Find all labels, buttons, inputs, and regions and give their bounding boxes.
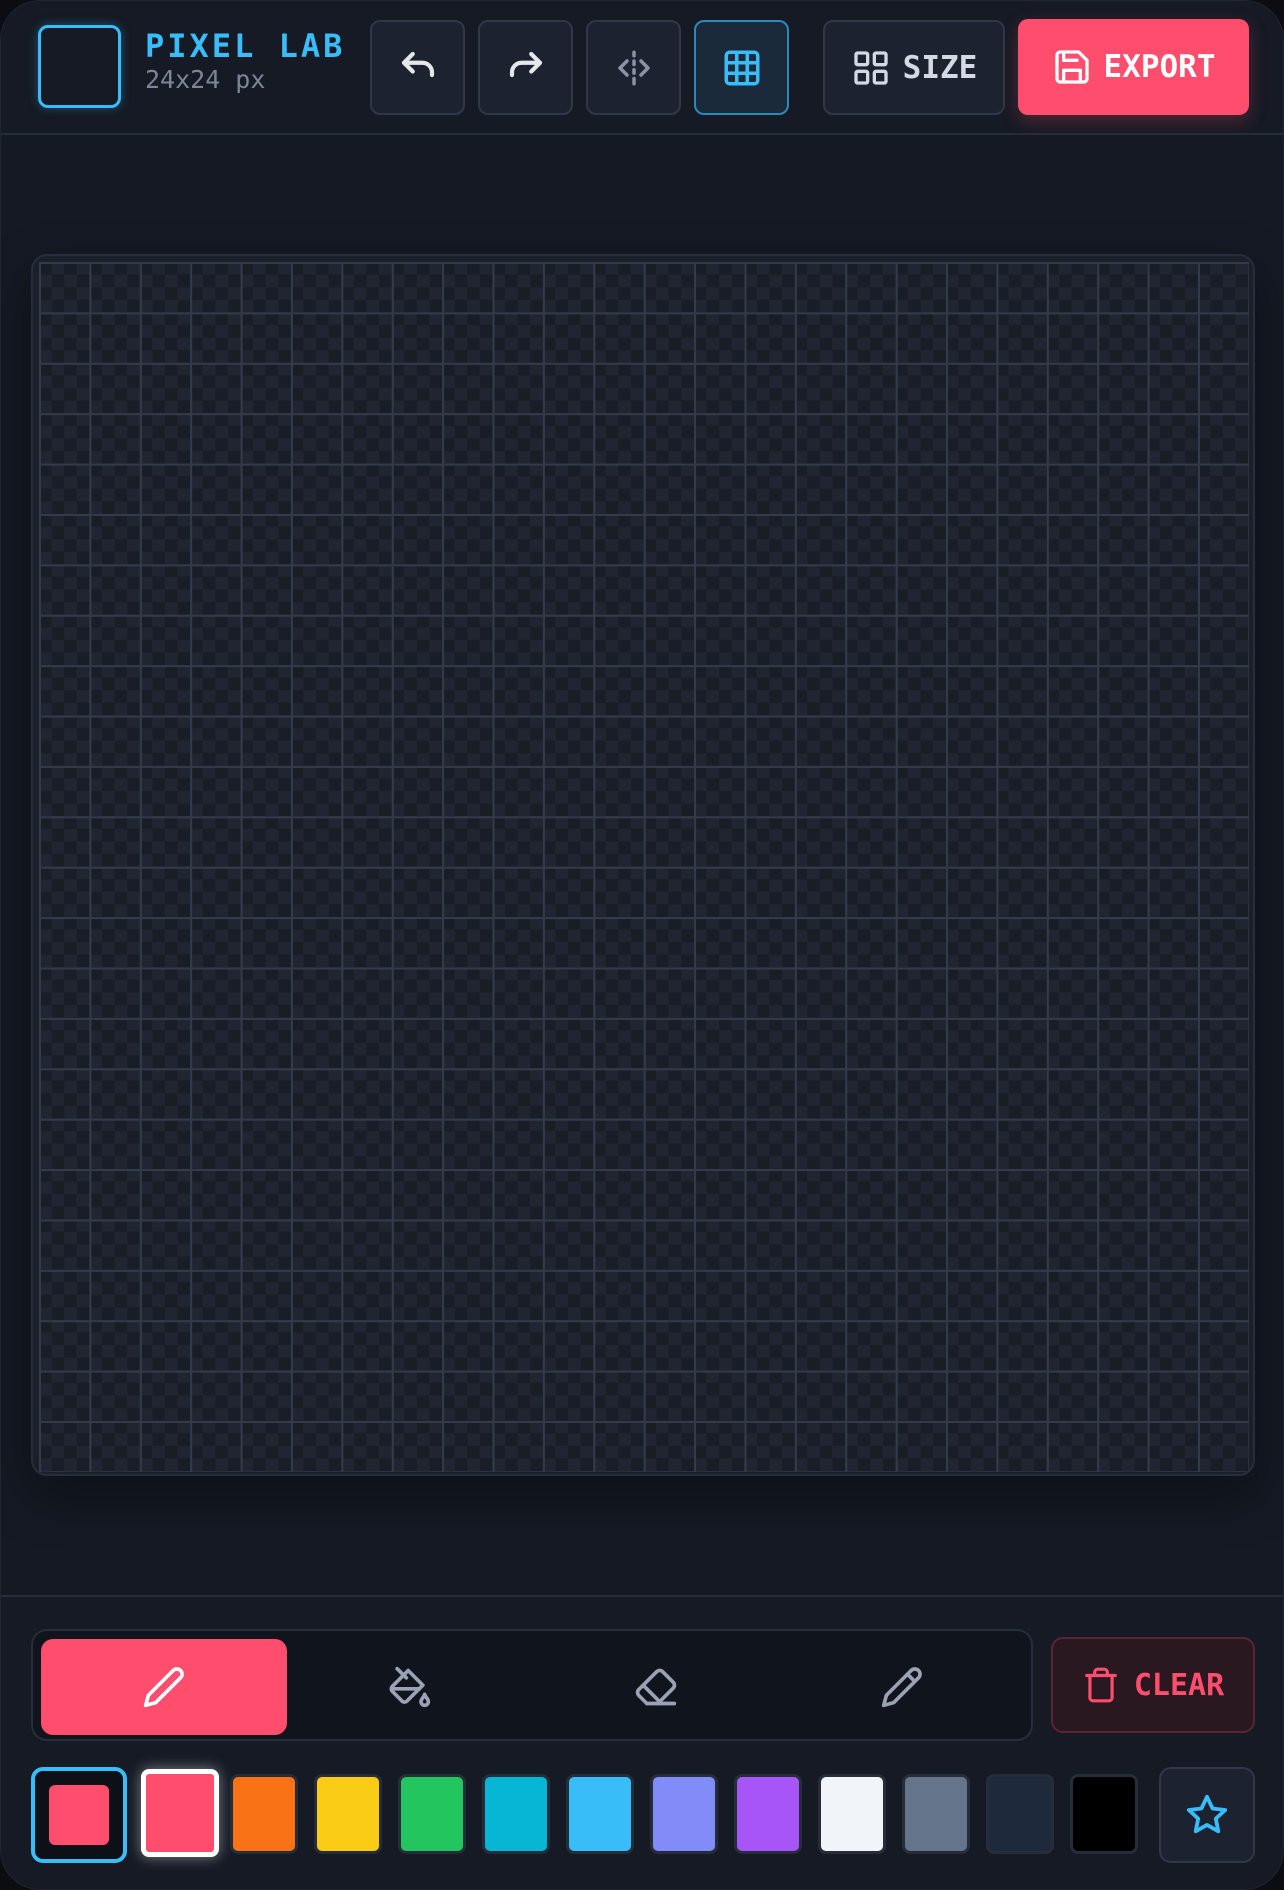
palette-swatch[interactable]: [902, 1774, 970, 1854]
export-button[interactable]: EXPORT: [1018, 19, 1249, 115]
palette-swatch[interactable]: [566, 1774, 634, 1854]
palette-swatch[interactable]: [1070, 1774, 1138, 1854]
bottom-panel: CLEAR: [1, 1595, 1283, 1889]
canvas-size-label: 24x24 px: [145, 65, 266, 94]
current-color-indicator[interactable]: [31, 1767, 127, 1863]
layout-grid-icon: [854, 50, 888, 85]
eyedropper-tool-button[interactable]: [779, 1639, 1025, 1735]
palette-swatch[interactable]: [818, 1774, 886, 1854]
pencil-icon: [143, 1667, 184, 1708]
mirror-button[interactable]: [586, 20, 681, 115]
pencil-tool-button[interactable]: [41, 1639, 287, 1735]
palette-swatch[interactable]: [314, 1774, 382, 1854]
pixel-lab-app: PIXEL LAB 24x24 px SIZE EXPORT CLEAR: [0, 0, 1284, 1890]
trash-icon: [1085, 1667, 1117, 1703]
app-title: PIXEL LAB: [145, 27, 346, 65]
redo-icon: [509, 51, 542, 77]
fill-tool-button[interactable]: [287, 1639, 533, 1735]
palette-swatch[interactable]: [650, 1774, 718, 1854]
palette-swatch[interactable]: [482, 1774, 550, 1854]
star-icon: [1186, 1794, 1228, 1834]
grid-toggle-button[interactable]: [694, 20, 789, 115]
current-color-fill: [49, 1785, 109, 1845]
size-button-label: SIZE: [902, 49, 978, 86]
clear-button[interactable]: CLEAR: [1051, 1637, 1255, 1733]
palette-swatch[interactable]: [986, 1774, 1054, 1854]
logo-swatch: [38, 25, 121, 108]
mirror-icon: [617, 50, 650, 85]
undo-button[interactable]: [370, 20, 465, 115]
eraser-icon: [635, 1668, 677, 1706]
undo-icon: [401, 51, 434, 77]
save-icon: [1054, 50, 1089, 84]
header-toolbar: PIXEL LAB 24x24 px SIZE EXPORT: [1, 1, 1283, 135]
fill-bucket-icon: [389, 1666, 431, 1708]
palette-swatch[interactable]: [734, 1774, 802, 1854]
pixel-canvas[interactable]: [39, 262, 1249, 1472]
redo-button[interactable]: [478, 20, 573, 115]
clear-button-label: CLEAR: [1133, 1667, 1225, 1703]
canvas-frame: [31, 254, 1255, 1476]
palette-swatch[interactable]: [398, 1774, 466, 1854]
grid-icon: [724, 50, 759, 85]
eraser-tool-button[interactable]: [533, 1639, 779, 1735]
export-button-label: EXPORT: [1103, 49, 1216, 85]
canvas-area: [1, 137, 1283, 1595]
palette-swatch[interactable]: [141, 1769, 219, 1857]
eyedropper-icon: [881, 1667, 922, 1708]
palette-swatch[interactable]: [230, 1774, 298, 1854]
draw-tool-group: [31, 1629, 1033, 1741]
favorite-color-button[interactable]: [1159, 1767, 1255, 1863]
size-button[interactable]: SIZE: [823, 20, 1005, 115]
